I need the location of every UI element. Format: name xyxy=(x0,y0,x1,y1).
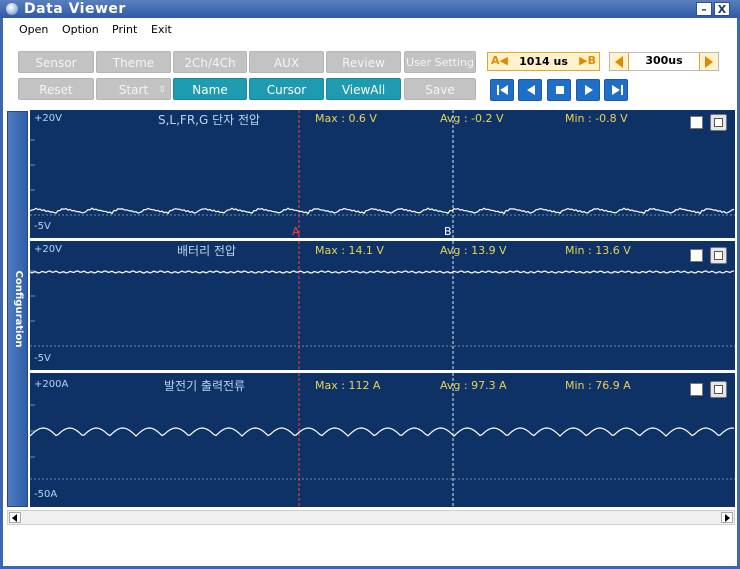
channel-3-expand-button[interactable] xyxy=(710,381,727,398)
skip-to-start-button[interactable] xyxy=(490,79,514,101)
trace-alternator-current xyxy=(30,427,735,437)
timebase-increase-icon[interactable] xyxy=(699,53,718,70)
save-button[interactable]: Save xyxy=(404,78,476,100)
configuration-label: Configuration xyxy=(13,270,24,348)
min-value-1: Min : -0.8 V xyxy=(565,112,628,125)
start-label: Start xyxy=(118,83,149,97)
channel-1-expand-button[interactable] xyxy=(710,114,727,131)
scale-top-2: +20V xyxy=(34,244,62,255)
scale-bottom-1: -5V xyxy=(34,221,51,232)
minimize-button[interactable]: – xyxy=(696,2,712,16)
max-value-3: Max : 112 A xyxy=(315,379,381,392)
stop-button[interactable] xyxy=(547,79,571,101)
min-value-3: Min : 76.9 A xyxy=(565,379,631,392)
avg-value-1: Avg : -0.2 V xyxy=(440,112,504,125)
play-button[interactable] xyxy=(576,79,600,101)
menu-exit[interactable]: Exit xyxy=(151,23,172,36)
max-value-2: Max : 14.1 V xyxy=(315,244,384,257)
start-button[interactable]: Start ⇕ xyxy=(96,78,171,100)
avg-value-2: Avg : 13.9 V xyxy=(440,244,507,257)
cursor-delta-display[interactable]: A◀ 1014 us ▶B xyxy=(487,52,600,71)
channel-2-checkbox[interactable] xyxy=(690,249,703,262)
cursor-b-label: B xyxy=(444,225,452,238)
scale-top-3: +200A xyxy=(34,379,69,390)
theme-button[interactable]: Theme xyxy=(96,51,171,73)
left-ticks-1 xyxy=(30,139,35,191)
timebase-decrease-icon[interactable] xyxy=(610,53,629,70)
cursor-a-label: A xyxy=(292,225,300,238)
window-title: Data Viewer xyxy=(24,1,126,17)
scroll-left-icon[interactable] xyxy=(9,512,21,523)
configuration-sidebar[interactable]: Configuration xyxy=(7,111,28,507)
waveform-plot-1 xyxy=(30,110,735,238)
skip-to-end-icon xyxy=(612,85,623,95)
channel-mode-button[interactable]: 2Ch/4Ch xyxy=(173,51,247,73)
cursor-button[interactable]: Cursor xyxy=(249,78,324,100)
timebase-value: 300us xyxy=(645,54,683,67)
waveform-plot-3 xyxy=(30,373,735,507)
channel-title-1: S,L,FR,G 단자 전압 xyxy=(158,113,261,127)
viewall-button[interactable]: ViewAll xyxy=(326,78,401,100)
name-button[interactable]: Name xyxy=(173,78,247,100)
title-bar: Data Viewer – X xyxy=(0,0,740,18)
scale-top-1: +20V xyxy=(34,113,62,124)
menu-print[interactable]: Print xyxy=(112,23,137,36)
menu-open[interactable]: Open xyxy=(19,23,48,36)
user-setting-button[interactable]: User Setting xyxy=(404,51,476,73)
channel-panel-3[interactable]: +200A -50A 발전기 출력전류 Max : 112 A Avg : 97… xyxy=(30,373,735,507)
menu-bar: Open Option Print Exit xyxy=(0,20,740,40)
sensor-button[interactable]: Sensor xyxy=(18,51,94,73)
play-icon xyxy=(585,85,593,95)
trace-sl-fr-g-voltage xyxy=(30,207,735,215)
channel-1-checkbox[interactable] xyxy=(690,116,703,129)
spinner-icon: ⇕ xyxy=(158,85,166,95)
scroll-right-icon[interactable] xyxy=(721,512,733,523)
avg-value-3: Avg : 97.3 A xyxy=(440,379,507,392)
channel-2-expand-button[interactable] xyxy=(710,247,727,264)
timebase-selector[interactable]: 300us xyxy=(609,52,719,71)
horizontal-scrollbar[interactable] xyxy=(7,510,735,525)
cursor-b-arrow-icon[interactable]: ▶B xyxy=(579,54,596,67)
left-ticks-3 xyxy=(30,404,35,458)
close-button[interactable]: X xyxy=(714,2,730,16)
menu-option[interactable]: Option xyxy=(62,23,99,36)
waveform-plot-2 xyxy=(30,241,735,370)
step-back-icon xyxy=(527,85,535,95)
trace-battery-voltage xyxy=(30,270,735,274)
step-back-button[interactable] xyxy=(518,79,542,101)
channel-panel-2[interactable]: +20V -5V 배터리 전압 Max : 14.1 V Avg : 13.9 … xyxy=(30,241,735,370)
skip-to-start-icon xyxy=(497,85,508,95)
channel-3-checkbox[interactable] xyxy=(690,383,703,396)
reset-button[interactable]: Reset xyxy=(18,78,94,100)
channel-title-2: 배터리 전압 xyxy=(177,244,237,258)
aux-button[interactable]: AUX xyxy=(249,51,324,73)
scale-bottom-3: -50A xyxy=(34,489,58,500)
scale-bottom-2: -5V xyxy=(34,353,51,364)
channel-title-3: 발전기 출력전류 xyxy=(164,379,246,393)
channel-panel-1[interactable]: +20V -5V S,L,FR,G 단자 전압 Max : 0.6 V Avg … xyxy=(30,110,735,238)
review-button[interactable]: Review xyxy=(326,51,401,73)
max-value-1: Max : 0.6 V xyxy=(315,112,377,125)
skip-to-end-button[interactable] xyxy=(604,79,628,101)
app-icon xyxy=(6,3,18,15)
stop-icon xyxy=(556,86,564,94)
left-ticks-2 xyxy=(30,270,35,322)
data-viewer-window: Data Viewer – X Open Option Print Exit S… xyxy=(0,0,740,569)
min-value-2: Min : 13.6 V xyxy=(565,244,631,257)
